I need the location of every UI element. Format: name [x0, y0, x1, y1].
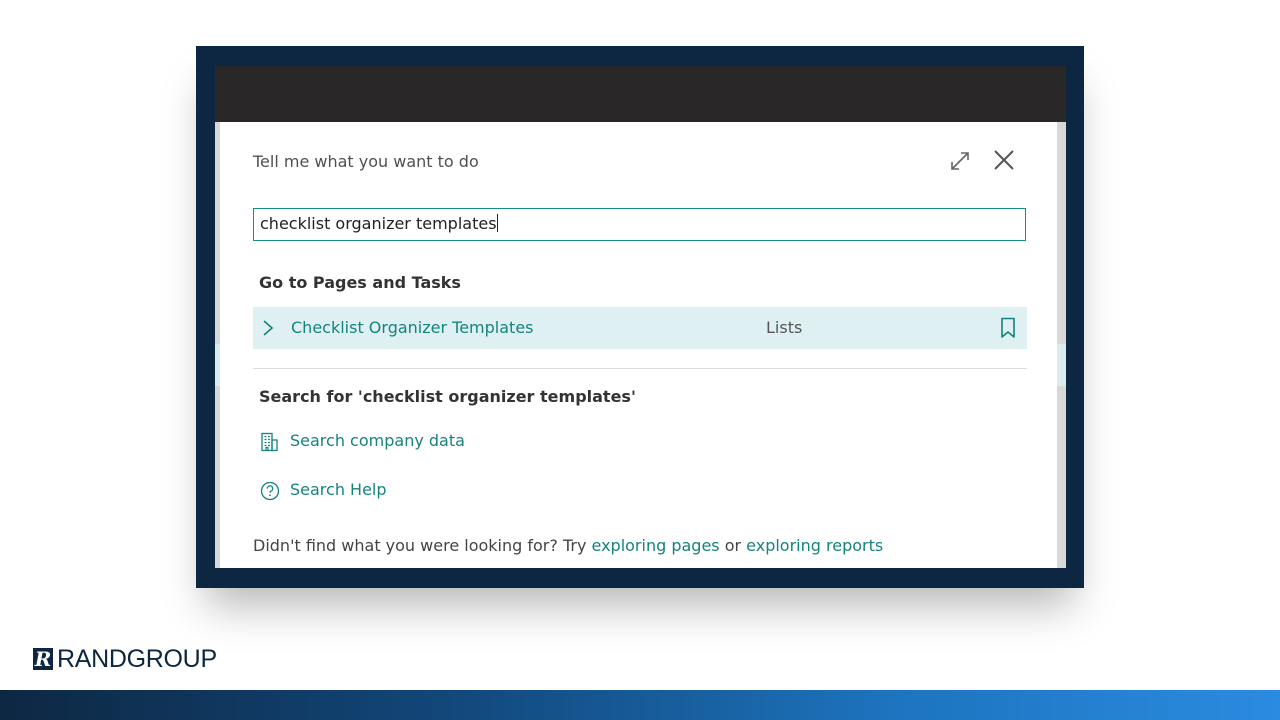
- expand-icon[interactable]: [949, 150, 971, 172]
- help-circle-icon: [260, 481, 280, 501]
- app-top-bar: [215, 66, 1066, 122]
- video-frame: Tell me what you want to do checklist or…: [196, 46, 1084, 588]
- section-divider: [253, 368, 1027, 369]
- footer-middle: or: [719, 536, 747, 555]
- search-help-link[interactable]: Search Help: [260, 479, 400, 503]
- background-page-right: [1057, 122, 1066, 568]
- footer-prefix: Didn't find what you were looking for? T…: [253, 536, 592, 555]
- logo-text: RANDGROUP: [57, 646, 217, 672]
- action-label[interactable]: Search company data: [290, 431, 465, 450]
- search-company-data-link[interactable]: Search company data: [260, 430, 465, 454]
- search-input-value: checklist organizer templates: [260, 214, 497, 233]
- close-icon[interactable]: [992, 148, 1016, 172]
- search-input[interactable]: checklist organizer templates: [253, 208, 1026, 241]
- section-pages-heading: Go to Pages and Tasks: [259, 273, 461, 292]
- result-row-checklist-organizer-templates[interactable]: Checklist Organizer Templates Lists: [253, 307, 1027, 349]
- dialog-title: Tell me what you want to do: [253, 152, 479, 171]
- action-label[interactable]: Search Help: [290, 480, 387, 499]
- chevron-right-icon[interactable]: [262, 319, 274, 337]
- app-screen: Tell me what you want to do checklist or…: [215, 66, 1066, 568]
- logo-text-group: GROUP: [126, 645, 217, 673]
- building-icon: [260, 432, 278, 452]
- section-search-heading: Search for 'checklist organizer template…: [259, 387, 636, 406]
- exploring-pages-link[interactable]: exploring pages: [592, 536, 720, 555]
- bottom-gradient-bar: [0, 690, 1280, 720]
- logo-mark: R: [33, 647, 53, 671]
- text-caret: [496, 214, 498, 232]
- result-label[interactable]: Checklist Organizer Templates: [291, 318, 534, 337]
- result-category: Lists: [766, 318, 803, 337]
- footer-hint: Didn't find what you were looking for? T…: [253, 536, 883, 555]
- logo-text-rand: RAND: [57, 645, 127, 673]
- tell-me-dialog: Tell me what you want to do checklist or…: [220, 122, 1057, 568]
- exploring-reports-link[interactable]: exploring reports: [746, 536, 883, 555]
- bookmark-icon[interactable]: [1000, 317, 1016, 339]
